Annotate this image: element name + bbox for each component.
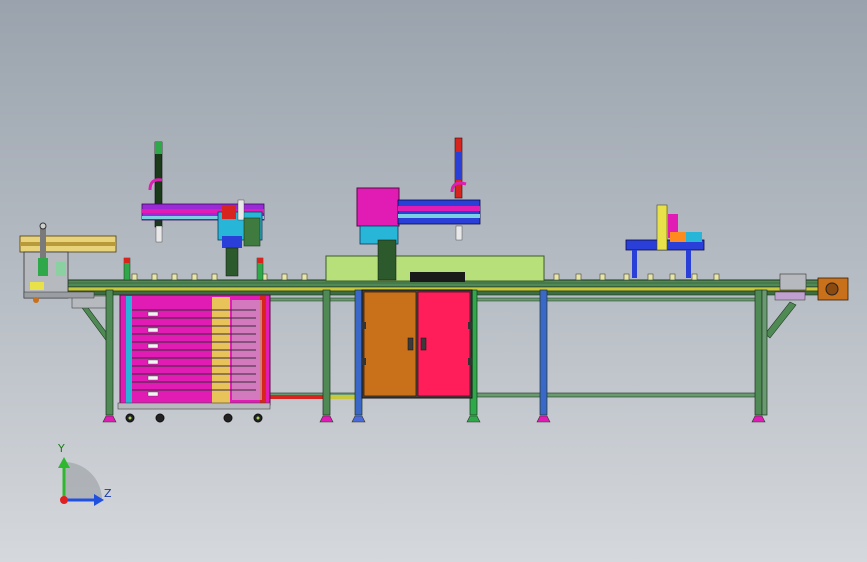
leveling-feet: [102, 415, 766, 423]
lime-housing: [325, 255, 545, 282]
coordinate-triad: Y Z: [57, 442, 112, 506]
control-cabinet: [361, 289, 473, 399]
gantry-left: [141, 141, 265, 277]
cad-viewport[interactable]: Y Z: [0, 0, 867, 562]
right-station: [625, 204, 705, 278]
assembly-drawing: Y Z: [19, 137, 849, 506]
z-axis-label: Z: [104, 487, 112, 500]
y-axis-label: Y: [57, 442, 65, 455]
